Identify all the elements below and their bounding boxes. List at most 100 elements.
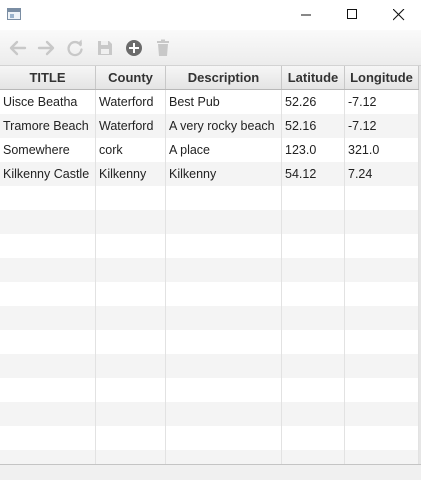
table-row[interactable]: Somewhere cork A place 123.0 321.0 xyxy=(0,138,421,162)
minimize-button[interactable] xyxy=(283,0,329,30)
empty-table-row[interactable] xyxy=(0,306,421,330)
table-cell[interactable] xyxy=(96,402,166,426)
table-cell[interactable] xyxy=(345,426,419,450)
table-cell[interactable]: Uisce Beatha xyxy=(0,90,96,114)
table-cell[interactable]: Waterford xyxy=(96,90,166,114)
locations-table[interactable]: TITLE County Description Latitude Longit… xyxy=(0,66,421,464)
table-cell[interactable] xyxy=(166,306,282,330)
table-cell[interactable] xyxy=(0,354,96,378)
table-cell[interactable] xyxy=(345,258,419,282)
table-cell[interactable] xyxy=(0,282,96,306)
delete-button[interactable] xyxy=(152,37,174,59)
add-button[interactable] xyxy=(123,37,145,59)
table-cell[interactable] xyxy=(0,186,96,210)
table-cell[interactable] xyxy=(282,186,345,210)
table-cell[interactable]: 321.0 xyxy=(345,138,419,162)
table-cell[interactable] xyxy=(345,306,419,330)
table-cell[interactable]: A very rocky beach xyxy=(166,114,282,138)
empty-table-row[interactable] xyxy=(0,450,421,464)
table-cell[interactable]: A place xyxy=(166,138,282,162)
table-cell[interactable] xyxy=(166,234,282,258)
table-cell[interactable] xyxy=(96,426,166,450)
empty-table-row[interactable] xyxy=(0,186,421,210)
save-button[interactable] xyxy=(94,37,116,59)
column-header-title[interactable]: TITLE xyxy=(0,66,96,89)
column-header-description[interactable]: Description xyxy=(166,66,282,89)
table-cell[interactable] xyxy=(0,306,96,330)
table-cell[interactable]: Waterford xyxy=(96,114,166,138)
table-cell[interactable] xyxy=(96,210,166,234)
table-cell[interactable] xyxy=(345,210,419,234)
table-cell[interactable] xyxy=(345,330,419,354)
table-row[interactable]: Uisce Beatha Waterford Best Pub 52.26 -7.12 xyxy=(0,90,421,114)
table-cell[interactable] xyxy=(96,306,166,330)
table-cell[interactable] xyxy=(345,450,419,464)
table-cell[interactable]: -7.12 xyxy=(345,114,419,138)
table-cell[interactable] xyxy=(345,354,419,378)
table-cell[interactable] xyxy=(345,282,419,306)
table-cell[interactable]: 54.12 xyxy=(282,162,345,186)
column-header-latitude[interactable]: Latitude xyxy=(282,66,345,89)
table-cell[interactable]: Tramore Beach xyxy=(0,114,96,138)
table-cell[interactable] xyxy=(0,258,96,282)
table-cell[interactable]: Best Pub xyxy=(166,90,282,114)
table-cell[interactable] xyxy=(282,402,345,426)
table-cell[interactable] xyxy=(166,210,282,234)
maximize-button[interactable] xyxy=(329,0,375,30)
table-cell[interactable] xyxy=(282,354,345,378)
table-cell[interactable] xyxy=(96,450,166,464)
table-cell[interactable] xyxy=(282,330,345,354)
table-cell[interactable] xyxy=(96,234,166,258)
table-cell[interactable] xyxy=(0,210,96,234)
table-cell[interactable] xyxy=(345,402,419,426)
column-header-longitude[interactable]: Longitude xyxy=(345,66,419,89)
table-cell[interactable] xyxy=(282,426,345,450)
empty-table-row[interactable] xyxy=(0,378,421,402)
forward-button[interactable] xyxy=(35,37,57,59)
table-cell[interactable] xyxy=(282,378,345,402)
table-cell[interactable] xyxy=(0,450,96,464)
table-cell[interactable] xyxy=(0,426,96,450)
table-cell[interactable] xyxy=(0,402,96,426)
table-cell[interactable]: 52.26 xyxy=(282,90,345,114)
table-cell[interactable] xyxy=(166,258,282,282)
table-cell[interactable] xyxy=(166,378,282,402)
table-cell[interactable]: cork xyxy=(96,138,166,162)
empty-table-row[interactable] xyxy=(0,402,421,426)
empty-table-row[interactable] xyxy=(0,282,421,306)
table-cell[interactable] xyxy=(0,234,96,258)
table-cell[interactable] xyxy=(96,378,166,402)
table-cell[interactable]: -7.12 xyxy=(345,90,419,114)
empty-table-row[interactable] xyxy=(0,258,421,282)
empty-table-row[interactable] xyxy=(0,354,421,378)
table-cell[interactable]: Kilkenny xyxy=(96,162,166,186)
table-cell[interactable] xyxy=(282,306,345,330)
table-cell[interactable]: 123.0 xyxy=(282,138,345,162)
close-button[interactable] xyxy=(375,0,421,30)
table-cell[interactable]: 7.24 xyxy=(345,162,419,186)
table-row[interactable]: Tramore Beach Waterford A very rocky beach… xyxy=(0,114,421,138)
table-cell[interactable] xyxy=(166,330,282,354)
empty-table-row[interactable] xyxy=(0,426,421,450)
table-cell[interactable] xyxy=(166,450,282,464)
horizontal-scrollbar[interactable] xyxy=(0,464,421,480)
table-cell[interactable] xyxy=(96,258,166,282)
table-cell[interactable] xyxy=(282,234,345,258)
table-cell[interactable] xyxy=(166,426,282,450)
table-cell[interactable] xyxy=(345,378,419,402)
table-cell[interactable] xyxy=(96,354,166,378)
table-cell[interactable] xyxy=(96,186,166,210)
table-cell[interactable]: Kilkenny Castle xyxy=(0,162,96,186)
table-cell[interactable]: Kilkenny xyxy=(166,162,282,186)
table-cell[interactable]: Somewhere xyxy=(0,138,96,162)
empty-table-row[interactable] xyxy=(0,210,421,234)
table-cell[interactable] xyxy=(96,282,166,306)
table-row[interactable]: Kilkenny Castle Kilkenny Kilkenny 54.12 7.24 xyxy=(0,162,421,186)
back-button[interactable] xyxy=(7,37,29,59)
refresh-button[interactable] xyxy=(64,37,86,59)
column-header-county[interactable]: County xyxy=(96,66,166,89)
table-cell[interactable] xyxy=(0,330,96,354)
table-cell[interactable] xyxy=(166,354,282,378)
table-cell[interactable] xyxy=(282,210,345,234)
table-cell[interactable]: 52.16 xyxy=(282,114,345,138)
